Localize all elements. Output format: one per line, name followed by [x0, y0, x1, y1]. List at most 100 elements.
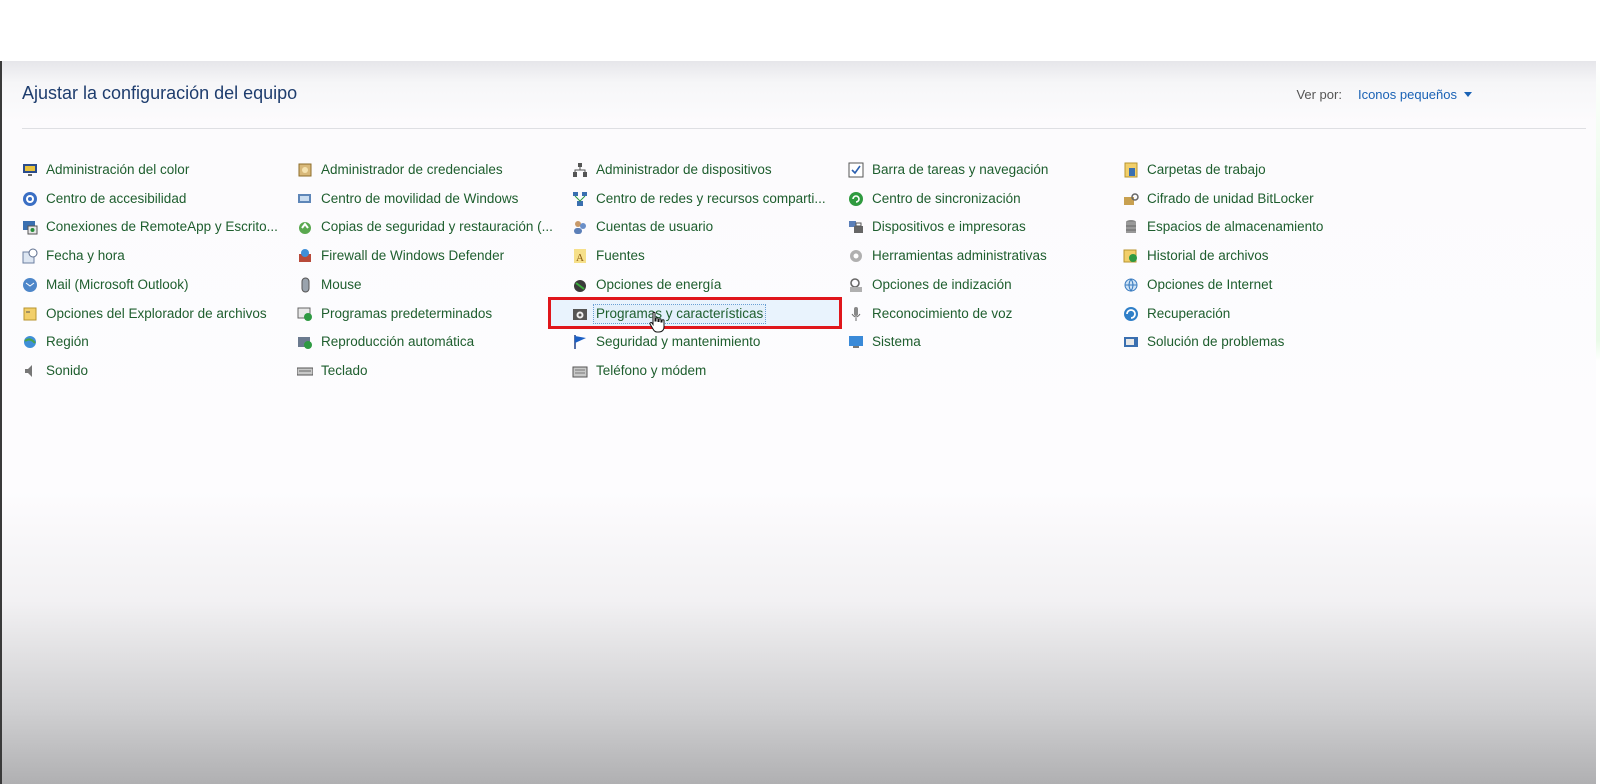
- storage-icon: [1123, 219, 1139, 235]
- control-panel-item-label[interactable]: Fuentes: [596, 247, 645, 265]
- control-panel-item-label[interactable]: Centro de accesibilidad: [46, 190, 186, 208]
- control-panel-item-label[interactable]: Opciones de energía: [596, 276, 721, 294]
- control-panel-item-accessibility[interactable]: Centro de accesibilidad: [22, 187, 186, 211]
- control-panel-item-mouse[interactable]: Mouse: [297, 273, 362, 297]
- accessibility-icon: [22, 191, 38, 207]
- control-panel-item-label[interactable]: Herramientas administrativas: [872, 247, 1047, 265]
- control-panel-item-troubleshoot[interactable]: Solución de problemas: [1123, 330, 1284, 354]
- control-panel-item-globe[interactable]: Región: [22, 330, 89, 354]
- control-panel-item-keyboard[interactable]: Teclado: [297, 359, 368, 383]
- control-panel-item-file-history[interactable]: Historial de archivos: [1123, 244, 1269, 268]
- mouse-icon: [297, 277, 313, 293]
- control-panel-item-storage[interactable]: Espacios de almacenamiento: [1123, 215, 1323, 239]
- control-panel-item-indexing[interactable]: Opciones de indización: [848, 273, 1012, 297]
- control-panel-item-label[interactable]: Recuperación: [1147, 305, 1230, 323]
- control-panel-item-label[interactable]: Mail (Microsoft Outlook): [46, 276, 189, 294]
- control-panel-item-label[interactable]: Solución de problemas: [1147, 333, 1284, 351]
- control-panel-item-label[interactable]: Seguridad y mantenimiento: [596, 333, 760, 351]
- chevron-down-icon[interactable]: [1464, 92, 1472, 97]
- view-by-dropdown[interactable]: Iconos pequeños: [1358, 87, 1472, 102]
- control-panel-item-label[interactable]: Dispositivos e impresoras: [872, 218, 1026, 236]
- control-panel-item-label[interactable]: Cuentas de usuario: [596, 218, 713, 236]
- bitlocker-icon: [1123, 191, 1139, 207]
- control-panel-item-clock[interactable]: Fecha y hora: [22, 244, 125, 268]
- control-panel-item-label[interactable]: Centro de redes y recursos comparti...: [596, 190, 826, 208]
- control-panel-item-microphone[interactable]: Reconocimiento de voz: [848, 302, 1012, 326]
- control-panel-item-label[interactable]: Opciones del Explorador de archivos: [46, 305, 267, 323]
- control-panel-item-label[interactable]: Sonido: [46, 362, 88, 380]
- control-panel-item-label[interactable]: Carpetas de trabajo: [1147, 161, 1266, 179]
- control-panel-item-label[interactable]: Historial de archivos: [1147, 247, 1269, 265]
- taskbar-icon: [848, 162, 864, 178]
- control-panel-item-label[interactable]: Programas predeterminados: [321, 305, 492, 323]
- control-panel-item-backup[interactable]: Copias de seguridad y restauración (...: [297, 215, 553, 239]
- window-right-edge: [1596, 61, 1600, 784]
- control-panel-item-label[interactable]: Región: [46, 333, 89, 351]
- control-panel-item-label[interactable]: Copias de seguridad y restauración (...: [321, 218, 553, 236]
- control-panel-item-programs[interactable]: Programas y características: [572, 302, 767, 326]
- view-by-value[interactable]: Iconos pequeños: [1358, 87, 1457, 102]
- control-panel-item-label[interactable]: Firewall de Windows Defender: [321, 247, 504, 265]
- control-panel-item-label[interactable]: Administración del color: [46, 161, 189, 179]
- control-panel-item-label[interactable]: Teclado: [321, 362, 368, 380]
- control-panel-item-label[interactable]: Opciones de indización: [872, 276, 1012, 294]
- control-panel-item-computer[interactable]: Sistema: [848, 330, 921, 354]
- folder-options-icon: [22, 306, 38, 322]
- control-panel-item-label[interactable]: Fecha y hora: [46, 247, 125, 265]
- control-panel-item-label[interactable]: Programas y características: [592, 304, 767, 324]
- control-panel-item-label[interactable]: Cifrado de unidad BitLocker: [1147, 190, 1314, 208]
- control-panel-item-label[interactable]: Opciones de Internet: [1147, 276, 1272, 294]
- control-panel-item-label[interactable]: Centro de sincronización: [872, 190, 1021, 208]
- control-panel-item-mobility[interactable]: Centro de movilidad de Windows: [297, 187, 518, 211]
- view-by-label: Ver por:: [1296, 87, 1342, 102]
- control-panel-item-internet-options[interactable]: Opciones de Internet: [1123, 273, 1272, 297]
- control-panel-item-remoteapp[interactable]: Conexiones de RemoteApp y Escrito...: [22, 215, 278, 239]
- control-panel-item-label[interactable]: Mouse: [321, 276, 362, 294]
- control-panel-item-folder-options[interactable]: Opciones del Explorador de archivos: [22, 302, 267, 326]
- svg-text:A: A: [576, 252, 584, 264]
- control-panel-item-label[interactable]: Centro de movilidad de Windows: [321, 190, 518, 208]
- control-panel-item-bitlocker[interactable]: Cifrado de unidad BitLocker: [1123, 187, 1314, 211]
- sync-icon: [848, 191, 864, 207]
- firewall-icon: [297, 248, 313, 264]
- hand-cursor-icon: [649, 311, 665, 333]
- phone-modem-icon: [572, 363, 588, 379]
- control-panel-item-label[interactable]: Administrador de credenciales: [321, 161, 503, 179]
- troubleshoot-icon: [1123, 334, 1139, 350]
- control-panel-item-credential-vault[interactable]: Administrador de credenciales: [297, 158, 503, 182]
- control-panel-item-color-management[interactable]: Administración del color: [22, 158, 189, 182]
- control-panel-item-network[interactable]: Centro de redes y recursos comparti...: [572, 187, 826, 211]
- control-panel-item-recovery[interactable]: Recuperación: [1123, 302, 1230, 326]
- keyboard-icon: [297, 363, 313, 379]
- control-panel-item-autoplay[interactable]: Reproducción automática: [297, 330, 474, 354]
- control-panel-item-fonts[interactable]: A Fuentes: [572, 244, 645, 268]
- globe-icon: [22, 334, 38, 350]
- users-icon: [572, 219, 588, 235]
- control-panel-item-mail[interactable]: Mail (Microsoft Outlook): [22, 273, 189, 297]
- control-panel-item-taskbar[interactable]: Barra de tareas y navegación: [848, 158, 1048, 182]
- control-panel-item-device-manager[interactable]: Administrador de dispositivos: [572, 158, 772, 182]
- control-panel-item-label[interactable]: Conexiones de RemoteApp y Escrito...: [46, 218, 278, 236]
- file-history-icon: [1123, 248, 1139, 264]
- control-panel-item-label[interactable]: Administrador de dispositivos: [596, 161, 772, 179]
- control-panel-item-users[interactable]: Cuentas de usuario: [572, 215, 713, 239]
- control-panel-item-work-folders[interactable]: Carpetas de trabajo: [1123, 158, 1266, 182]
- control-panel-item-phone-modem[interactable]: Teléfono y módem: [572, 359, 706, 383]
- control-panel-item-label[interactable]: Barra de tareas y navegación: [872, 161, 1048, 179]
- control-panel-item-printer[interactable]: Dispositivos e impresoras: [848, 215, 1026, 239]
- control-panel-item-default-programs[interactable]: Programas predeterminados: [297, 302, 492, 326]
- device-manager-icon: [572, 162, 588, 178]
- internet-options-icon: [1123, 277, 1139, 293]
- control-panel-item-power[interactable]: Opciones de energía: [572, 273, 721, 297]
- control-panel-item-label[interactable]: Teléfono y módem: [596, 362, 706, 380]
- control-panel-item-label[interactable]: Reconocimiento de voz: [872, 305, 1012, 323]
- credential-vault-icon: [297, 162, 313, 178]
- control-panel-item-label[interactable]: Reproducción automática: [321, 333, 474, 351]
- control-panel-item-sync[interactable]: Centro de sincronización: [848, 187, 1021, 211]
- control-panel-item-admin-tools[interactable]: Herramientas administrativas: [848, 244, 1047, 268]
- control-panel-item-label[interactable]: Espacios de almacenamiento: [1147, 218, 1323, 236]
- control-panel-item-firewall[interactable]: Firewall de Windows Defender: [297, 244, 504, 268]
- control-panel-item-speaker[interactable]: Sonido: [22, 359, 88, 383]
- control-panel-item-label[interactable]: Sistema: [872, 333, 921, 351]
- mail-icon: [22, 277, 38, 293]
